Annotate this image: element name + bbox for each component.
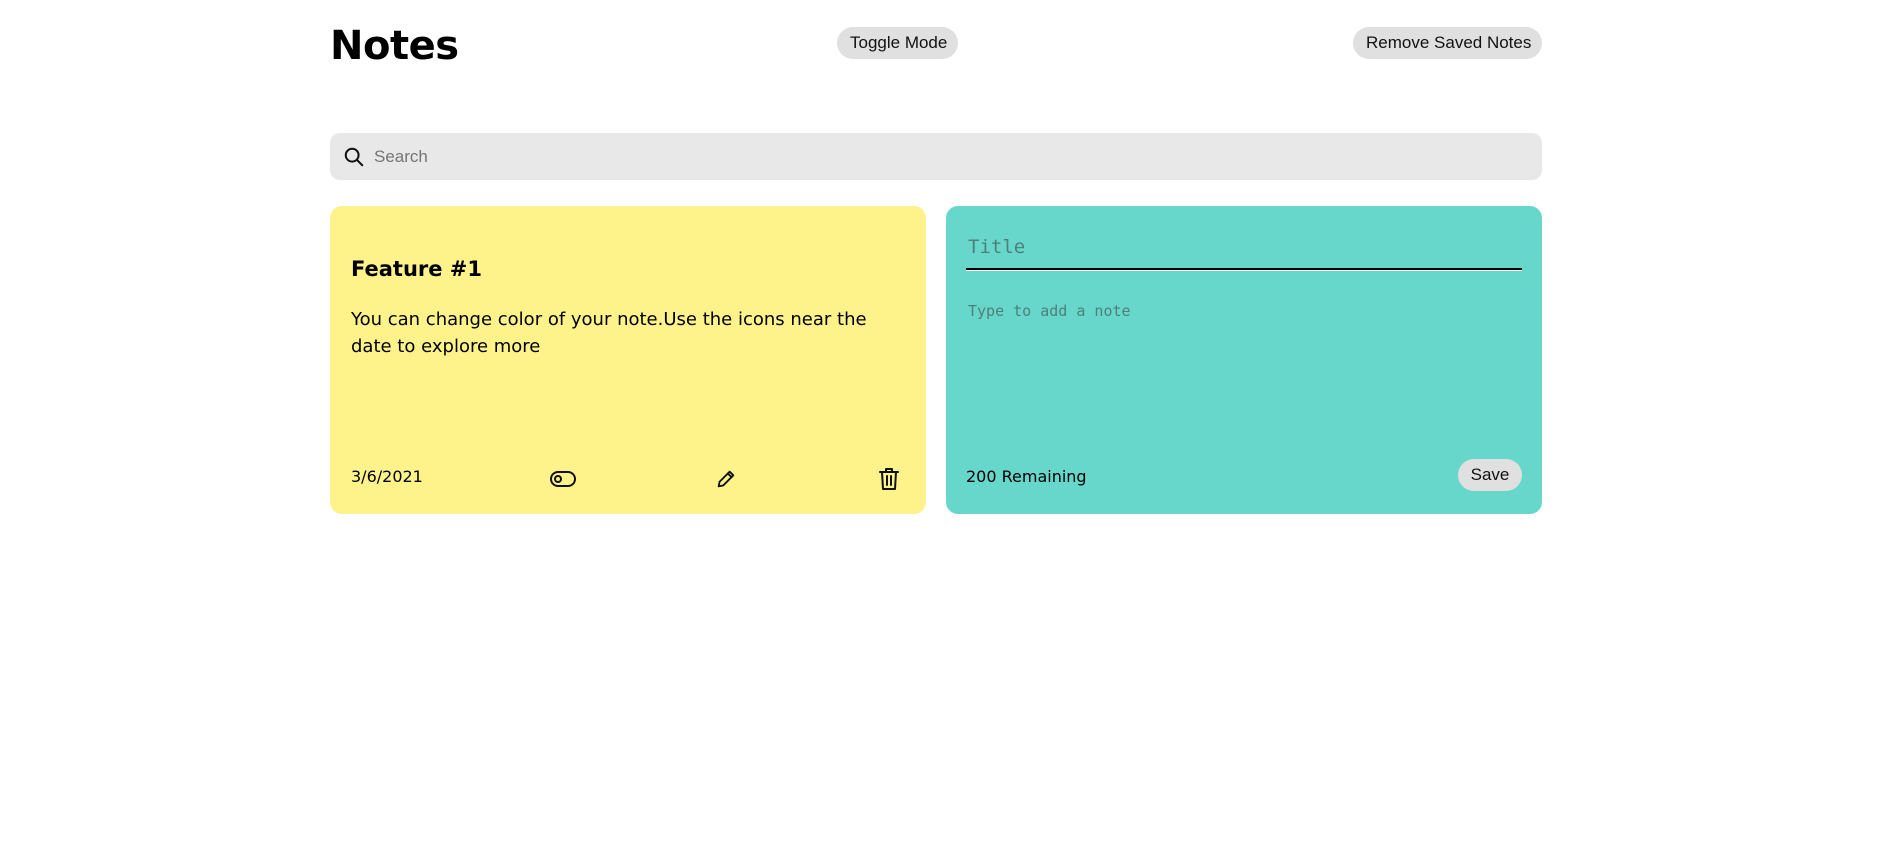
note-card: Feature #1 You can change color of your … [330, 206, 926, 514]
note-text-input[interactable] [966, 302, 1522, 442]
note-title-input[interactable] [966, 226, 1522, 270]
delete-icon[interactable] [874, 464, 904, 494]
notes-app: Notes Toggle Mode Remove Saved Notes Fea… [330, 0, 1542, 861]
remaining-count: 200 Remaining [966, 467, 1087, 486]
toggle-mode-button[interactable]: Toggle Mode [837, 27, 958, 59]
remove-saved-notes-button[interactable]: Remove Saved Notes [1353, 27, 1542, 59]
app-header: Notes Toggle Mode Remove Saved Notes [330, 0, 1542, 90]
edit-icon[interactable] [711, 464, 741, 494]
save-button[interactable]: Save [1458, 459, 1522, 491]
note-title: Feature #1 [351, 257, 483, 281]
new-note-card: 200 Remaining Save [946, 206, 1542, 514]
search-bar[interactable] [330, 133, 1542, 180]
note-date: 3/6/2021 [351, 467, 423, 486]
page-title: Notes [330, 23, 459, 69]
notes-list: Feature #1 You can change color of your … [330, 206, 1542, 514]
color-toggle-icon[interactable] [548, 464, 578, 494]
note-text: You can change color of your note.Use th… [351, 309, 867, 357]
search-input[interactable] [372, 135, 1526, 178]
search-icon [342, 145, 366, 169]
